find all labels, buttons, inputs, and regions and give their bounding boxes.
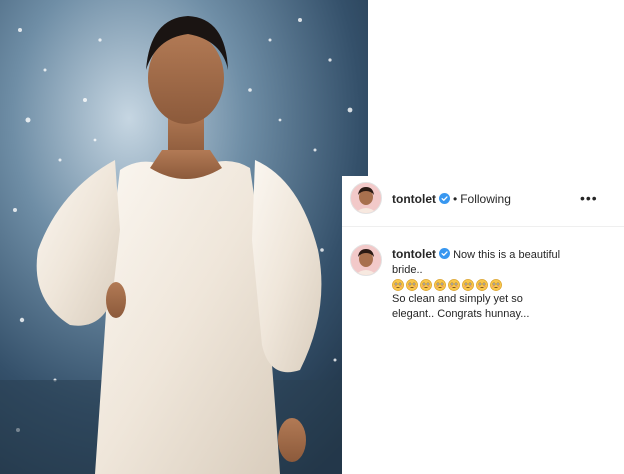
caption-text-line2: So clean and simply yet so elegant.. Con…	[392, 293, 530, 320]
header-divider	[342, 226, 624, 227]
caption-avatar[interactable]	[350, 244, 382, 276]
flushed-face-emoji	[392, 279, 404, 291]
post-image[interactable]	[0, 0, 368, 474]
following-button[interactable]: Following	[460, 192, 511, 206]
emoji-row	[392, 279, 564, 291]
post-side-panel: tontolet • Following ••• tontolet Now this…	[342, 176, 624, 474]
verified-badge-icon	[439, 248, 450, 259]
flushed-face-emoji	[420, 279, 432, 291]
verified-badge-icon	[439, 193, 450, 204]
caption-username-link[interactable]: tontolet	[392, 247, 436, 261]
flushed-face-emoji	[434, 279, 446, 291]
username-link[interactable]: tontolet	[392, 192, 436, 206]
header-text: tontolet • Following	[392, 192, 511, 206]
caption-line-1: tontolet Now this is a beautiful bride..	[392, 247, 564, 277]
post-header: tontolet • Following •••	[342, 176, 624, 222]
flushed-face-emoji	[490, 279, 502, 291]
flushed-face-emoji	[448, 279, 460, 291]
flushed-face-emoji	[462, 279, 474, 291]
flushed-face-emoji	[476, 279, 488, 291]
more-options-icon[interactable]: •••	[580, 190, 598, 206]
avatar[interactable]	[350, 182, 382, 214]
flushed-face-emoji	[406, 279, 418, 291]
post-caption: tontolet Now this is a beautiful bride..…	[392, 247, 564, 321]
separator-dot: •	[453, 192, 458, 206]
background-area	[368, 0, 624, 176]
